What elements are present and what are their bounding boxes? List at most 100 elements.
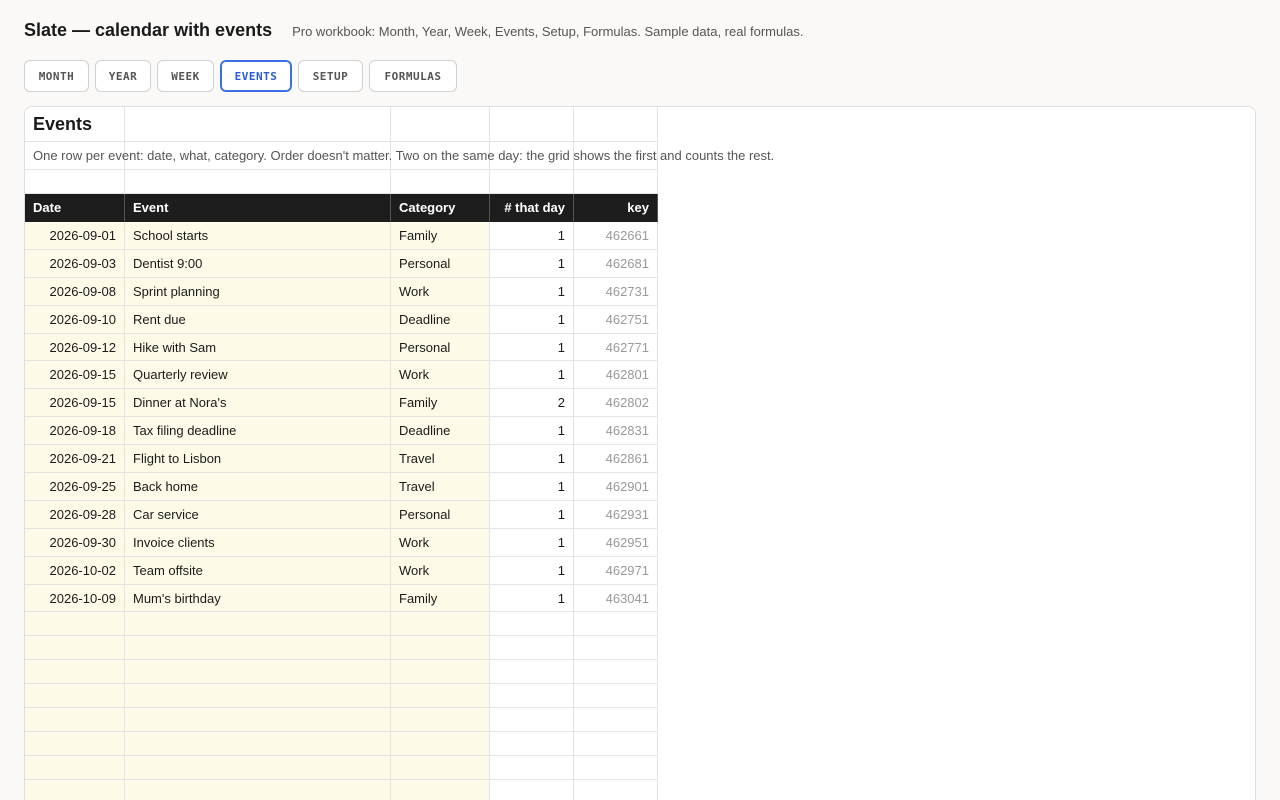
column-header-key[interactable]: key [574,194,658,222]
grid-cell[interactable] [125,612,391,637]
category-cell[interactable]: Deadline [391,417,490,446]
key-cell[interactable]: 462831 [574,417,658,446]
event-cell[interactable]: Car service [125,500,391,529]
grid-cell[interactable] [25,780,125,800]
grid-cell[interactable] [125,660,391,685]
date-cell[interactable]: 2026-09-01 [25,222,125,250]
grid-cell[interactable] [490,107,574,142]
grid-cell[interactable] [574,780,658,800]
grid-cell[interactable] [574,732,658,757]
event-cell[interactable]: Invoice clients [125,528,391,557]
grid-cell[interactable] [391,170,490,194]
date-cell[interactable]: 2026-10-02 [25,556,125,585]
grid-cell[interactable] [125,107,391,142]
count-cell[interactable]: 1 [490,277,574,306]
category-cell[interactable]: Work [391,528,490,557]
category-cell[interactable]: Work [391,361,490,390]
grid-cell[interactable] [490,756,574,781]
column-header-count[interactable]: # that day [490,194,574,222]
grid-cell[interactable] [391,708,490,733]
category-cell[interactable]: Work [391,556,490,585]
count-cell[interactable]: 1 [490,584,574,613]
event-cell[interactable]: Sprint planning [125,277,391,306]
key-cell[interactable]: 462971 [574,556,658,585]
category-cell[interactable]: Family [391,389,490,418]
key-cell[interactable]: 462802 [574,389,658,418]
grid-cell[interactable] [25,708,125,733]
grid-cell[interactable] [25,684,125,709]
event-cell[interactable]: Tax filing deadline [125,417,391,446]
grid-cell[interactable] [391,636,490,661]
tab-formulas[interactable]: FORMULAS [369,60,457,92]
event-cell[interactable]: Dinner at Nora's [125,389,391,418]
category-cell[interactable]: Travel [391,445,490,474]
grid-cell[interactable] [391,780,490,800]
grid-cell[interactable] [490,170,574,194]
grid-cell[interactable] [490,612,574,637]
grid-cell[interactable] [490,684,574,709]
date-cell[interactable]: 2026-09-08 [25,277,125,306]
grid-cell[interactable] [574,756,658,781]
grid-cell[interactable] [574,170,658,194]
category-cell[interactable]: Personal [391,500,490,529]
event-cell[interactable]: Back home [125,473,391,501]
column-header-date[interactable]: Date [25,194,125,222]
key-cell[interactable]: 462861 [574,445,658,474]
count-cell[interactable]: 1 [490,528,574,557]
grid-cell[interactable] [25,612,125,637]
category-cell[interactable]: Personal [391,249,490,278]
category-cell[interactable]: Deadline [391,305,490,334]
key-cell[interactable]: 462771 [574,333,658,362]
key-cell[interactable]: 462751 [574,305,658,334]
tab-events[interactable]: EVENTS [220,60,292,92]
grid-cell[interactable] [490,732,574,757]
count-cell[interactable]: 1 [490,417,574,446]
event-cell[interactable]: Dentist 9:00 [125,249,391,278]
grid-cell[interactable] [391,732,490,757]
grid-cell[interactable] [125,756,391,781]
grid-cell[interactable] [125,684,391,709]
grid-cell[interactable] [25,732,125,757]
key-cell[interactable]: 462951 [574,528,658,557]
category-cell[interactable]: Family [391,222,490,250]
count-cell[interactable]: 1 [490,556,574,585]
key-cell[interactable]: 462801 [574,361,658,390]
count-cell[interactable]: 1 [490,249,574,278]
grid-cell[interactable] [25,170,125,194]
event-cell[interactable]: Mum's birthday [125,584,391,613]
grid-cell[interactable] [490,636,574,661]
grid-cell[interactable] [125,780,391,800]
date-cell[interactable]: 2026-09-30 [25,528,125,557]
date-cell[interactable]: 2026-09-28 [25,500,125,529]
count-cell[interactable]: 1 [490,500,574,529]
key-cell[interactable]: 462931 [574,500,658,529]
category-cell[interactable]: Family [391,584,490,613]
category-cell[interactable]: Work [391,277,490,306]
key-cell[interactable]: 462731 [574,277,658,306]
grid-cell[interactable] [125,708,391,733]
grid-cell[interactable] [391,107,490,142]
tab-setup[interactable]: SETUP [298,60,363,92]
count-cell[interactable]: 1 [490,445,574,474]
grid-cell[interactable] [125,732,391,757]
date-cell[interactable]: 2026-09-15 [25,361,125,390]
grid-cell[interactable] [490,660,574,685]
count-cell[interactable]: 1 [490,473,574,501]
column-header-category[interactable]: Category [391,194,490,222]
event-cell[interactable]: Quarterly review [125,361,391,390]
date-cell[interactable]: 2026-09-25 [25,473,125,501]
grid-cell[interactable] [391,684,490,709]
date-cell[interactable]: 2026-09-03 [25,249,125,278]
date-cell[interactable]: 2026-09-15 [25,389,125,418]
category-cell[interactable]: Travel [391,473,490,501]
event-cell[interactable]: Hike with Sam [125,333,391,362]
column-header-event[interactable]: Event [125,194,391,222]
date-cell[interactable]: 2026-09-10 [25,305,125,334]
grid-cell[interactable] [391,756,490,781]
date-cell[interactable]: 2026-09-18 [25,417,125,446]
grid-cell[interactable] [490,708,574,733]
count-cell[interactable]: 1 [490,222,574,250]
event-cell[interactable]: Flight to Lisbon [125,445,391,474]
event-cell[interactable]: School starts [125,222,391,250]
grid-cell[interactable] [25,756,125,781]
